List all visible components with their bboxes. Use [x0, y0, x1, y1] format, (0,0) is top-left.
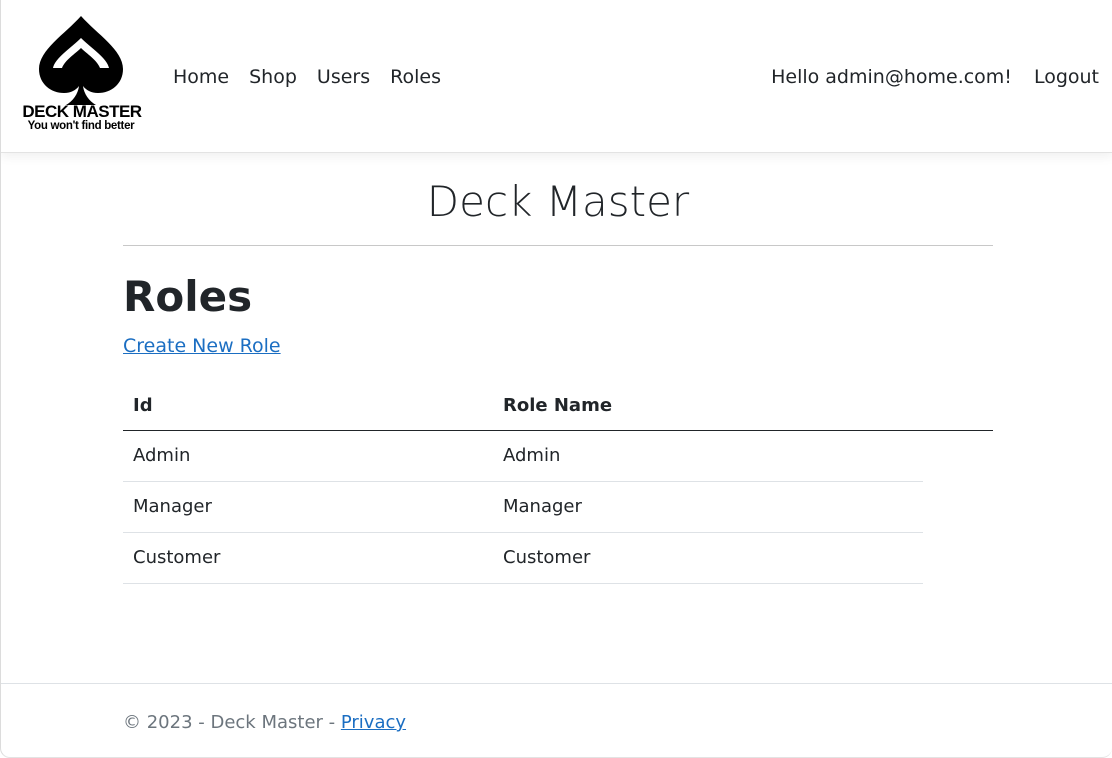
site-title: Deck Master — [426, 177, 690, 226]
cell-id: Admin — [133, 445, 191, 466]
privacy-link[interactable]: Privacy — [341, 712, 406, 733]
cell-role-name: Customer — [503, 547, 591, 568]
copyright-text: © 2023 - Deck Master - — [123, 712, 341, 733]
app-frame: DECK MASTER You won't find better Home S… — [0, 0, 1112, 758]
navbar: DECK MASTER You won't find better Home S… — [1, 0, 1112, 153]
page-title: Roles — [123, 272, 253, 321]
nav-home[interactable]: Home — [163, 62, 239, 92]
nav-roles[interactable]: Roles — [380, 62, 451, 92]
logo-title: DECK MASTER — [22, 102, 142, 121]
title-divider — [123, 245, 993, 246]
brand-logo[interactable]: DECK MASTER You won't find better — [15, 14, 147, 138]
spade-icon — [39, 16, 123, 105]
user-greeting-link[interactable]: Hello admin@home.com! — [749, 62, 1012, 92]
column-header-role-name: Role Name — [503, 394, 613, 416]
footer-text: © 2023 - Deck Master - Privacy — [123, 710, 406, 736]
nav-shop[interactable]: Shop — [239, 62, 307, 92]
cell-id: Manager — [133, 496, 212, 517]
roles-table: Id Role Name Admin Admin Manager Manager… — [123, 381, 993, 584]
logo-tagline: You won't find better — [27, 120, 135, 132]
cell-role-name: Manager — [503, 496, 582, 517]
table-row: Manager Manager — [123, 482, 923, 533]
table-header: Id Role Name — [123, 381, 993, 431]
account-nav: Hello admin@home.com! Logout — [749, 62, 1099, 92]
table-row: Customer Customer — [123, 533, 923, 584]
column-header-id: Id — [133, 394, 153, 416]
nav-users[interactable]: Users — [307, 62, 380, 92]
primary-nav: Home Shop Users Roles — [163, 62, 451, 92]
logout-button[interactable]: Logout — [1012, 62, 1099, 92]
create-new-role-link[interactable]: Create New Role — [123, 333, 281, 359]
cell-id: Customer — [133, 547, 221, 568]
table-row: Admin Admin — [123, 431, 923, 482]
footer: © 2023 - Deck Master - Privacy — [1, 683, 1112, 757]
cell-role-name: Admin — [503, 445, 561, 466]
